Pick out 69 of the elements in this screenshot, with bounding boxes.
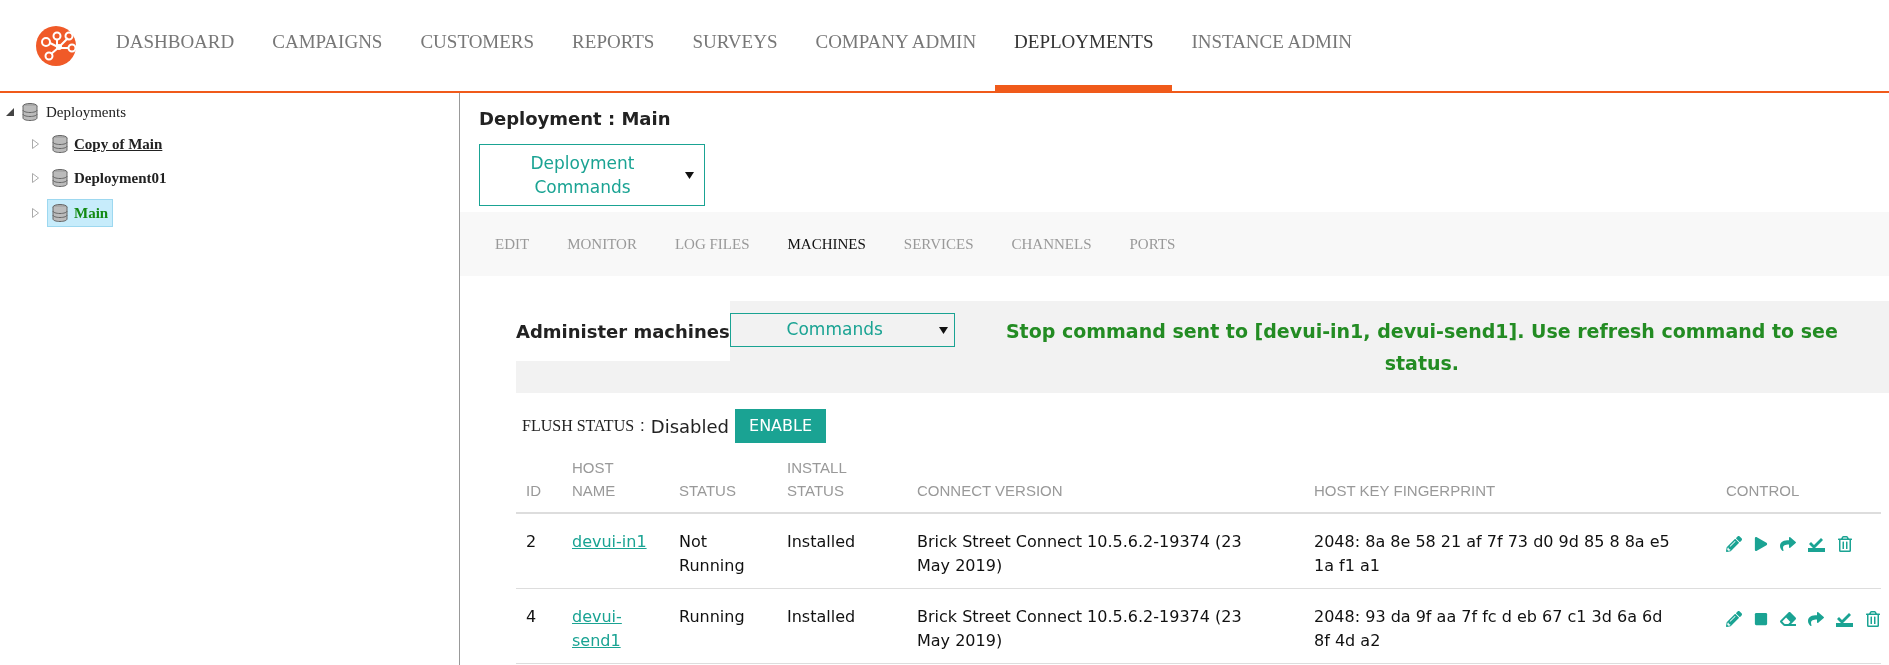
table-cell: Not Running (669, 513, 777, 589)
section-tab[interactable]: CHANNELS (992, 232, 1111, 256)
database-icon (22, 103, 38, 122)
tree-item[interactable]: Main (47, 198, 114, 227)
logo-icon[interactable] (36, 25, 76, 66)
forward-arrow-icon[interactable] (1808, 611, 1824, 627)
host-link[interactable]: devui-send1 (572, 605, 649, 653)
caret-icon (938, 326, 948, 334)
tree-item[interactable]: Deployment01 (47, 164, 172, 193)
table-cell: Running (669, 588, 777, 664)
caret-icon (685, 171, 694, 179)
collapse-triangle-icon[interactable] (6, 108, 14, 117)
table-cell: 2 (516, 513, 562, 589)
nav-tab[interactable]: DEPLOYMENTS (995, 0, 1173, 91)
table-cell: 4 (516, 588, 562, 664)
column-header: INSTALL STATUS (777, 457, 907, 513)
pencil-icon[interactable] (1726, 536, 1742, 552)
column-header: STATUS (669, 457, 777, 513)
host-link[interactable]: devui-in1 (572, 530, 647, 554)
section-tab[interactable]: SERVICES (884, 232, 993, 256)
table-cell: Installed (777, 588, 907, 664)
table-cell: Installed (777, 513, 907, 589)
table-cell: 2048: 8a 8e 58 21 af 7f 73 d0 9d 85 8 8a e5 1a f1 a1 (1304, 513, 1716, 589)
database-icon (52, 134, 68, 153)
section-tab[interactable]: MONITOR (548, 232, 656, 256)
enable-button[interactable]: ENABLE (735, 409, 827, 443)
section-tab[interactable]: MACHINES (768, 232, 885, 256)
pencil-icon[interactable] (1726, 611, 1742, 627)
column-header: CONTROL (1716, 457, 1881, 513)
section-tab[interactable]: PORTS (1110, 232, 1195, 256)
deployment-commands-dropdown[interactable]: Deployment Commands (479, 144, 705, 206)
flush-status-label: FLUSH STATUS (522, 416, 635, 436)
database-icon (52, 203, 68, 222)
table-cell: Brick Street Connect 10.5.6.2-19374 (23 May 2019) (907, 588, 1304, 664)
nav-tab[interactable]: CUSTOMERS (401, 0, 554, 91)
nav-tab[interactable]: CAMPAIGNS (253, 0, 402, 91)
expand-triangle-icon[interactable] (32, 173, 39, 184)
trash-icon[interactable] (1837, 536, 1853, 552)
section-tab[interactable]: LOG FILES (655, 232, 769, 256)
tree-item[interactable]: Copy of Main (47, 129, 168, 158)
commands-dropdown[interactable]: Commands (729, 313, 955, 347)
trash-icon[interactable] (1865, 611, 1881, 627)
nav-tab[interactable]: REPORTS (553, 0, 674, 91)
column-header: ID (516, 457, 562, 513)
column-header: CONNECT VERSION (907, 457, 1304, 513)
stop-icon[interactable] (1754, 612, 1768, 626)
tree-root-label[interactable]: Deployments (46, 101, 126, 124)
section-label: Administer machines (516, 319, 730, 344)
expand-triangle-icon[interactable] (32, 138, 39, 149)
section-tab[interactable]: EDIT (476, 232, 549, 256)
nav-tab[interactable]: COMPANY ADMIN (796, 0, 996, 91)
column-header: HOST KEY FINGERPRINT (1304, 457, 1716, 513)
eraser-icon[interactable] (1780, 611, 1796, 627)
flush-status-value: Disabled (650, 414, 729, 439)
column-header: HOST NAME (562, 457, 669, 513)
forward-arrow-icon[interactable] (1780, 536, 1796, 552)
nav-tab[interactable]: INSTANCE ADMIN (1172, 0, 1371, 91)
database-icon (52, 169, 68, 188)
status-message: Stop command sent to [devui-in1, devui-send1]. Use refresh command to see status. (1004, 319, 1839, 376)
table-cell: 2048: 93 da 9f aa 7f fc d eb 67 c1 3d 6a 6d 8f 4d a2 (1304, 588, 1716, 664)
check-on-bar-icon[interactable] (1808, 536, 1825, 552)
expand-triangle-icon[interactable] (32, 207, 39, 218)
play-icon[interactable] (1754, 537, 1768, 551)
nav-tab[interactable]: SURVEYS (673, 0, 797, 91)
separator-colon: : (640, 415, 645, 438)
table-cell: Brick Street Connect 10.5.6.2-19374 (23 May 2019) (907, 513, 1304, 589)
nav-tab[interactable]: DASHBOARD (97, 0, 254, 91)
page-title: Deployment : Main (479, 107, 672, 131)
check-on-bar-icon[interactable] (1836, 611, 1853, 627)
